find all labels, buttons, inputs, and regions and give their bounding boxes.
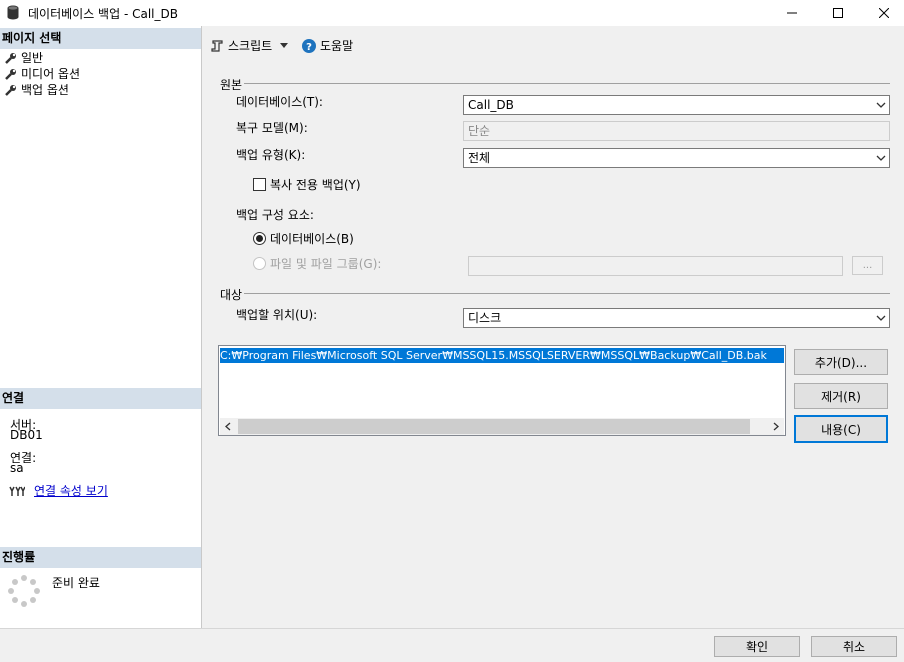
database-select[interactable]: Call_DB (463, 95, 890, 115)
database-label: 데이터베이스(T): (236, 95, 323, 109)
source-group-label: 원본 (220, 78, 243, 92)
backup-to-select[interactable]: 디스크 (463, 308, 890, 328)
window-title: 데이터베이스 백업 - Call_DB (28, 7, 178, 21)
backup-type-select-value: 전체 (468, 151, 491, 165)
recovery-model-label: 복구 모델(M): (236, 121, 308, 135)
left-panel: 페이지 선택 일반 미디어 옵션 백업 옵션 연결 서버: DB01 연결: s… (0, 26, 202, 628)
help-label: 도움말 (320, 39, 354, 53)
chevron-down-icon (876, 315, 886, 321)
source-group-divider (244, 83, 890, 84)
page-item-label: 백업 옵션 (21, 83, 69, 97)
close-icon (879, 8, 889, 18)
main-panel: 스크립트 ? 도움말 원본 데이터베이스(T): Call_DB 복구 모델(M… (202, 26, 904, 628)
view-connection-properties-link[interactable]: 연결 속성 보기 (34, 482, 108, 499)
remove-destination-button[interactable]: 제거(R) (794, 383, 888, 409)
contents-button[interactable]: 내용(C) (794, 415, 888, 443)
recovery-model-field: 단순 (463, 121, 890, 141)
progress-header: 진행률 (0, 547, 201, 568)
wrench-icon (5, 52, 16, 64)
files-filegroups-radio[interactable] (253, 257, 266, 270)
connection-properties-icon (9, 486, 25, 496)
page-item-label: 일반 (21, 51, 44, 65)
page-item-general[interactable]: 일반 (5, 50, 43, 65)
minimize-button[interactable] (769, 0, 815, 26)
help-button[interactable]: ? 도움말 (302, 37, 353, 54)
connection-header: 연결 (0, 388, 201, 409)
server-value: DB01 (10, 428, 43, 442)
chevron-down-icon (876, 155, 886, 161)
page-select-header: 페이지 선택 (0, 28, 201, 49)
add-destination-button[interactable]: 추가(D)... (794, 349, 888, 375)
scroll-left-icon[interactable] (225, 422, 231, 431)
horizontal-scrollbar[interactable] (220, 418, 784, 435)
connection-value: sa (10, 461, 24, 475)
close-button[interactable] (861, 0, 904, 26)
database-select-value: Call_DB (468, 98, 514, 112)
database-icon (7, 5, 19, 20)
wrench-icon (5, 68, 16, 80)
copy-only-label: 복사 전용 백업(Y) (270, 178, 361, 192)
chevron-down-icon (876, 102, 886, 108)
progress-spinner-icon (8, 575, 40, 607)
backup-to-select-value: 디스크 (468, 311, 502, 325)
wrench-icon (5, 84, 16, 96)
cancel-button[interactable]: 취소 (811, 636, 897, 657)
page-item-label: 미디어 옵션 (21, 67, 81, 81)
maximize-button[interactable] (815, 0, 861, 26)
script-icon (211, 39, 223, 52)
scrollbar-thumb[interactable] (238, 419, 750, 434)
minimize-icon (787, 12, 797, 14)
destination-group-divider (244, 293, 890, 294)
files-filegroups-field (468, 256, 843, 276)
script-label: 스크립트 (228, 39, 273, 53)
scroll-right-icon[interactable] (773, 422, 779, 431)
database-radio-label: 데이터베이스(B) (270, 232, 354, 246)
backup-component-label: 백업 구성 요소: (236, 208, 314, 222)
ok-button[interactable]: 확인 (714, 636, 800, 657)
dialog-footer: 확인 취소 (0, 628, 904, 662)
script-dropdown-button[interactable]: 스크립트 (210, 37, 289, 54)
progress-status: 준비 완료 (52, 576, 100, 590)
maximize-icon (833, 8, 843, 18)
page-item-backup-options[interactable]: 백업 옵션 (5, 82, 69, 97)
database-radio[interactable] (253, 232, 266, 245)
chevron-down-icon (280, 43, 289, 48)
help-icon: ? (302, 38, 316, 53)
backup-to-label: 백업할 위치(U): (236, 308, 318, 322)
destination-list[interactable]: C:₩Program Files₩Microsoft SQL Server₩MS… (218, 345, 786, 436)
svg-text:?: ? (306, 42, 312, 53)
destination-list-item[interactable]: C:₩Program Files₩Microsoft SQL Server₩MS… (220, 348, 784, 363)
backup-type-label: 백업 유형(K): (236, 148, 306, 162)
page-item-media-options[interactable]: 미디어 옵션 (5, 66, 80, 81)
copy-only-checkbox[interactable] (253, 178, 266, 191)
files-filegroups-radio-label: 파일 및 파일 그룹(G): (270, 257, 382, 271)
destination-group-label: 대상 (220, 288, 243, 302)
backup-type-select[interactable]: 전체 (463, 148, 890, 168)
title-bar: 데이터베이스 백업 - Call_DB (0, 0, 904, 26)
files-browse-button: ... (852, 256, 883, 275)
